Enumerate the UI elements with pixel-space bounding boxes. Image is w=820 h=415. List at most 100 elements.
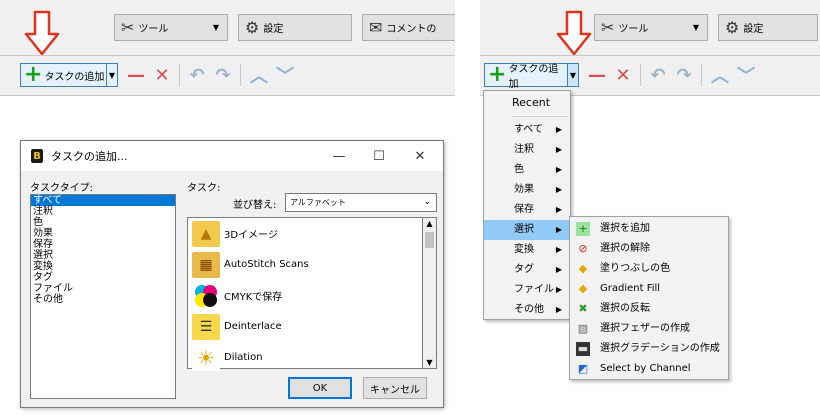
add-task-menu: Recent すべて ▶ 注釈 ▶ 色 ▶ 効果 ▶ 保存 ▶ 選択 ▶ 変換 ▶ タグ ▶ フ…: [483, 90, 571, 320]
left-screenshot: ✂ ツール ▼ ⚙ 設定 ✉ コメントの + タスクの追加 ▼ — ✕ ↶ ↷ …: [0, 0, 455, 415]
submenu-item-gradient-selection[interactable]: ▬ 選択グラデーションの作成: [570, 339, 728, 359]
gear-icon: ⚙: [725, 18, 740, 37]
list-item[interactable]: ☰ Deinterlace: [188, 311, 422, 342]
sort-label: 並び替え:: [233, 200, 277, 211]
task-type-list[interactable]: すべて 注釈 色 効果 保存 選択 変換 タグ ファイル その他: [30, 194, 176, 399]
remove-icon[interactable]: —: [586, 64, 608, 86]
menu-item-file[interactable]: ファイル ▶: [484, 280, 570, 300]
app-logo-icon: B: [31, 149, 43, 163]
menu-item-recent[interactable]: Recent: [484, 93, 570, 113]
submenu-item-label: 選択の反転: [600, 303, 650, 314]
add-task-button[interactable]: + タスクの追加 ▼: [20, 63, 118, 87]
menu-item-other[interactable]: その他 ▶: [484, 300, 570, 320]
menu-item-all[interactable]: すべて ▶: [484, 120, 570, 140]
redo-icon[interactable]: ↷: [212, 64, 234, 86]
delete-icon[interactable]: ✕: [612, 64, 634, 86]
undo-icon[interactable]: ↶: [186, 64, 208, 86]
task-list[interactable]: ▲ 3Dイメージ ▦ AutoStitch Scans CMYKで保存 ☰ De…: [187, 217, 423, 371]
list-item[interactable]: ファイル: [31, 283, 175, 294]
dropdown-arrow-icon[interactable]: ▼: [106, 64, 117, 86]
delete-icon[interactable]: ✕: [151, 64, 173, 86]
undo-icon[interactable]: ↶: [647, 64, 669, 86]
menu-item-effects[interactable]: 効果 ▶: [484, 180, 570, 200]
ok-button[interactable]: OK: [288, 377, 352, 399]
task-list-scrollbar[interactable]: ▲ ▼: [423, 217, 437, 369]
submenu-arrow-icon: ▶: [555, 225, 562, 234]
menu-separator: [512, 116, 568, 117]
close-icon[interactable]: ✕: [402, 141, 438, 171]
submenu-item-add-selection[interactable]: + 選択を追加: [570, 219, 728, 239]
menu-item-color[interactable]: 色 ▶: [484, 160, 570, 180]
move-up-icon[interactable]: ︿: [709, 64, 731, 87]
comment-label: コメントの: [386, 24, 437, 35]
menu-item-save[interactable]: 保存 ▶: [484, 200, 570, 220]
task-type-label: タスクタイプ:: [30, 183, 93, 194]
submenu-item-gradient-fill[interactable]: ◆ Gradient Fill: [570, 279, 728, 299]
settings-label: 設定: [743, 24, 764, 35]
list-item[interactable]: 注釈: [31, 206, 175, 217]
list-item[interactable]: 選択: [31, 250, 175, 261]
scroll-down-icon[interactable]: ▼: [423, 358, 436, 367]
toolbar-separator: [0, 55, 455, 56]
submenu-item-remove-selection[interactable]: ⊘ 選択の解除: [570, 239, 728, 259]
feather-selection-icon: ▧: [577, 322, 589, 335]
image-3d-icon: ▲: [192, 220, 220, 247]
cmyk-icon: [192, 282, 220, 309]
list-item[interactable]: ▲ 3Dイメージ: [188, 218, 422, 249]
list-item[interactable]: 効果: [31, 228, 175, 239]
settings-button[interactable]: ⚙ 設定: [718, 14, 818, 41]
menu-item-selection[interactable]: 選択 ▶: [484, 220, 570, 240]
deinterlace-icon: ☰: [192, 313, 220, 340]
list-item[interactable]: 色: [31, 217, 175, 228]
menu-item-label: 変換: [514, 244, 534, 255]
list-item[interactable]: ☀ Dilation: [188, 342, 422, 373]
red-arrow-indicator-icon: [556, 10, 592, 56]
settings-button[interactable]: ⚙ 設定: [238, 14, 352, 41]
maximize-icon[interactable]: ☐: [361, 141, 397, 171]
move-down-icon[interactable]: ﹀: [274, 64, 296, 87]
dropdown-arrow-icon[interactable]: ▼: [567, 64, 578, 86]
list-item[interactable]: すべて: [31, 195, 175, 206]
red-arrow-indicator-icon: [24, 10, 60, 56]
comment-button[interactable]: ✉ コメントの: [362, 14, 455, 41]
menu-item-label: 効果: [514, 184, 534, 195]
gear-icon: ⚙: [245, 18, 260, 37]
minimize-icon[interactable]: —: [321, 141, 357, 171]
toolbar-divider: [179, 64, 180, 86]
menu-item-label: すべて: [514, 124, 543, 135]
sort-dropdown[interactable]: アルファベット ⌄: [285, 193, 437, 212]
scroll-up-icon[interactable]: ▲: [423, 219, 436, 228]
submenu-arrow-icon: ▶: [555, 305, 562, 314]
submenu-arrow-icon: ▶: [555, 125, 562, 134]
list-item[interactable]: タグ: [31, 272, 175, 283]
menu-item-tag[interactable]: タグ ▶: [484, 260, 570, 280]
remove-icon[interactable]: —: [125, 64, 147, 86]
cancel-button[interactable]: キャンセル: [363, 377, 427, 399]
list-item[interactable]: その他: [31, 294, 175, 305]
tools-button[interactable]: ✂ ツール ▼: [594, 14, 708, 41]
submenu-item-label: 選択フェザーの作成: [600, 323, 690, 334]
submenu-item-invert-selection[interactable]: ✖ 選択の反転: [570, 299, 728, 319]
submenu-item-fill-color[interactable]: ◆ 塗りつぶしの色: [570, 259, 728, 279]
submenu-item-select-by-channel[interactable]: ◩ Select by Channel: [570, 359, 728, 379]
redo-icon[interactable]: ↷: [673, 64, 695, 86]
list-item[interactable]: 変換: [31, 261, 175, 272]
submenu-item-feather-selection[interactable]: ▧ 選択フェザーの作成: [570, 319, 728, 339]
submenu-arrow-icon: ▶: [555, 265, 562, 274]
add-selection-icon: +: [576, 222, 590, 236]
paint-bucket-icon: ◆: [578, 262, 588, 275]
task-name: CMYKで保存: [224, 292, 283, 303]
list-item[interactable]: CMYKで保存: [188, 280, 422, 311]
list-item[interactable]: 保存: [31, 239, 175, 250]
task-label: タスク:: [187, 183, 221, 194]
scroll-thumb[interactable]: [425, 232, 434, 248]
menu-item-annotation[interactable]: 注釈 ▶: [484, 140, 570, 160]
tools-button[interactable]: ✂ ツール ▼: [114, 14, 228, 41]
add-task-label: タスクの追加: [508, 64, 559, 90]
list-item[interactable]: ▦ AutoStitch Scans: [188, 249, 422, 280]
move-down-icon[interactable]: ﹀: [735, 64, 757, 87]
menu-item-transform[interactable]: 変換 ▶: [484, 240, 570, 260]
move-up-icon[interactable]: ︿: [248, 64, 270, 87]
tools-label: ツール: [618, 24, 649, 35]
add-task-button[interactable]: + タスクの追加 ▼: [484, 63, 579, 90]
